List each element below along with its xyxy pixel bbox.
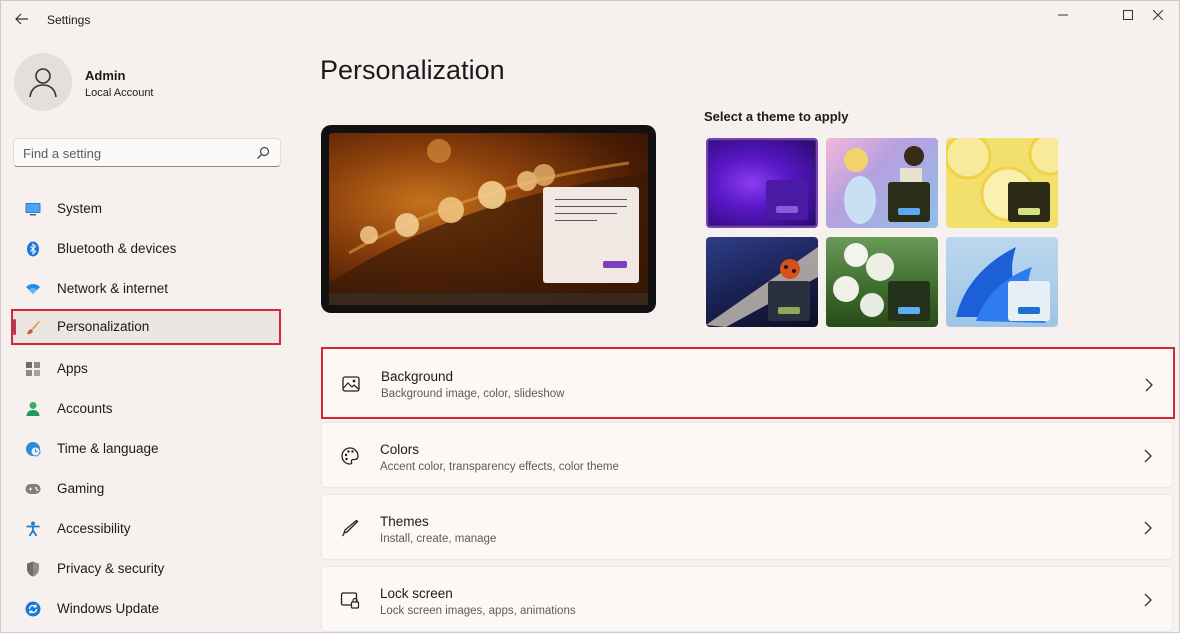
sidebar-item-network-internet[interactable]: Network & internet [11,271,281,307]
theme-thumbnail-cartoon[interactable] [826,138,938,228]
theme-thumbnail-flowers[interactable] [826,237,938,327]
globe-clock-icon [25,441,41,457]
search-box[interactable] [13,138,281,167]
sidebar-item-accessibility[interactable]: Accessibility [11,511,281,547]
themes-row[interactable]: Themes Install, create, manage [321,494,1173,560]
theme-swatch [768,281,810,321]
search-input[interactable] [23,144,243,162]
sidebar-item-label: Apps [57,361,88,376]
sidebar-item-privacy-security[interactable]: Privacy & security [11,551,281,587]
theme-swatch [1008,182,1050,222]
close-icon [1153,10,1163,20]
bluetooth-icon [25,241,41,257]
sidebar-item-label: Personalization [57,319,150,334]
sidebar-item-system[interactable]: System [11,191,281,227]
row-subtitle: Lock screen images, apps, animations [380,605,576,617]
sidebar-item-personalization[interactable]: Personalization [11,309,281,345]
sidebar-item-label: Bluetooth & devices [57,241,177,256]
chevron-right-icon [1144,449,1152,463]
sidebar-item-apps[interactable]: Apps [11,351,281,387]
pen-icon [341,519,359,537]
apps-icon [25,361,41,377]
minimize-icon [1058,14,1068,16]
swatch-accent [1018,208,1040,215]
preview-line [555,213,617,214]
row-subtitle: Install, create, manage [380,533,497,545]
sidebar-item-time-language[interactable]: Time & language [11,431,281,467]
row-subtitle: Background image, color, slideshow [381,388,565,400]
accessibility-icon [25,521,41,537]
account-name: Admin [85,68,126,83]
theme-swatch [766,180,808,220]
swatch-accent [898,208,920,215]
sidebar-item-label: Privacy & security [57,561,165,576]
lock-screen-row[interactable]: Lock screen Lock screen images, apps, an… [321,566,1173,632]
window-title: Settings [47,13,91,27]
sidebar-item-windows-update[interactable]: Windows Update [11,591,281,627]
shield-icon [25,561,41,577]
row-title: Lock screen [380,586,453,601]
preview-window [543,187,639,283]
avatar[interactable] [14,53,72,111]
preview-line [555,206,627,207]
sidebar-item-label: Network & internet [57,281,169,296]
gamepad-icon [25,481,41,497]
person-icon [25,401,41,417]
palette-icon [341,447,359,465]
row-title: Themes [380,514,429,529]
monitor-icon [25,201,41,217]
update-icon [25,601,41,617]
chevron-right-icon [1144,593,1152,607]
preview-line [555,199,627,200]
preview-accent-button [603,261,627,268]
colors-row[interactable]: Colors Accent color, transparency effect… [321,422,1173,488]
theme-preview [321,125,656,313]
image-icon [342,376,360,392]
themes-label: Select a theme to apply [704,109,849,124]
row-subtitle: Accent color, transparency effects, colo… [380,461,619,473]
minimize-button[interactable] [1040,1,1086,29]
back-arrow-icon [15,13,28,25]
maximize-icon [1123,10,1133,20]
background-row[interactable]: Background Background image, color, slid… [321,347,1175,419]
sidebar-item-bluetooth-devices[interactable]: Bluetooth & devices [11,231,281,267]
sidebar-item-gaming[interactable]: Gaming [11,471,281,507]
theme-thumbnail-windows-bloom[interactable] [946,237,1058,327]
theme-thumbnail-lemons[interactable] [946,138,1058,228]
swatch-accent [778,307,800,314]
wifi-icon [25,281,41,297]
lock-screen-icon [340,592,360,609]
chevron-right-icon [1145,378,1153,392]
preview-line [555,220,597,221]
search-icon [257,146,270,159]
title-bar: Settings [1,1,1179,39]
back-button[interactable] [9,7,35,31]
theme-thumbnail-ladybug[interactable] [706,237,818,327]
page-title: Personalization [320,55,505,85]
theme-swatch [888,182,930,222]
sidebar-item-accounts[interactable]: Accounts [11,391,281,427]
sidebar-item-label: Accounts [57,401,113,416]
theme-thumbnail-purple-flower[interactable] [706,138,818,228]
row-title: Background [381,369,454,384]
settings-window: Settings Admin Local Account System [0,0,1180,633]
theme-swatch [888,281,930,321]
sidebar-item-label: System [57,201,103,216]
swatch-accent [1018,307,1040,314]
user-icon [29,68,57,98]
sidebar-item-label: Time & language [57,441,159,456]
swatch-accent [776,206,798,213]
brush-icon [25,319,41,335]
account-type: Local Account [85,87,154,99]
sidebar-item-label: Windows Update [57,601,160,616]
chevron-right-icon [1144,521,1152,535]
sidebar-item-label: Gaming [57,481,105,496]
preview-taskbar [329,293,648,305]
row-title: Colors [380,442,420,457]
sidebar-item-label: Accessibility [57,521,131,536]
theme-swatch [1008,281,1050,321]
swatch-accent [898,307,920,314]
close-button[interactable] [1135,1,1180,29]
selection-indicator [13,319,16,335]
